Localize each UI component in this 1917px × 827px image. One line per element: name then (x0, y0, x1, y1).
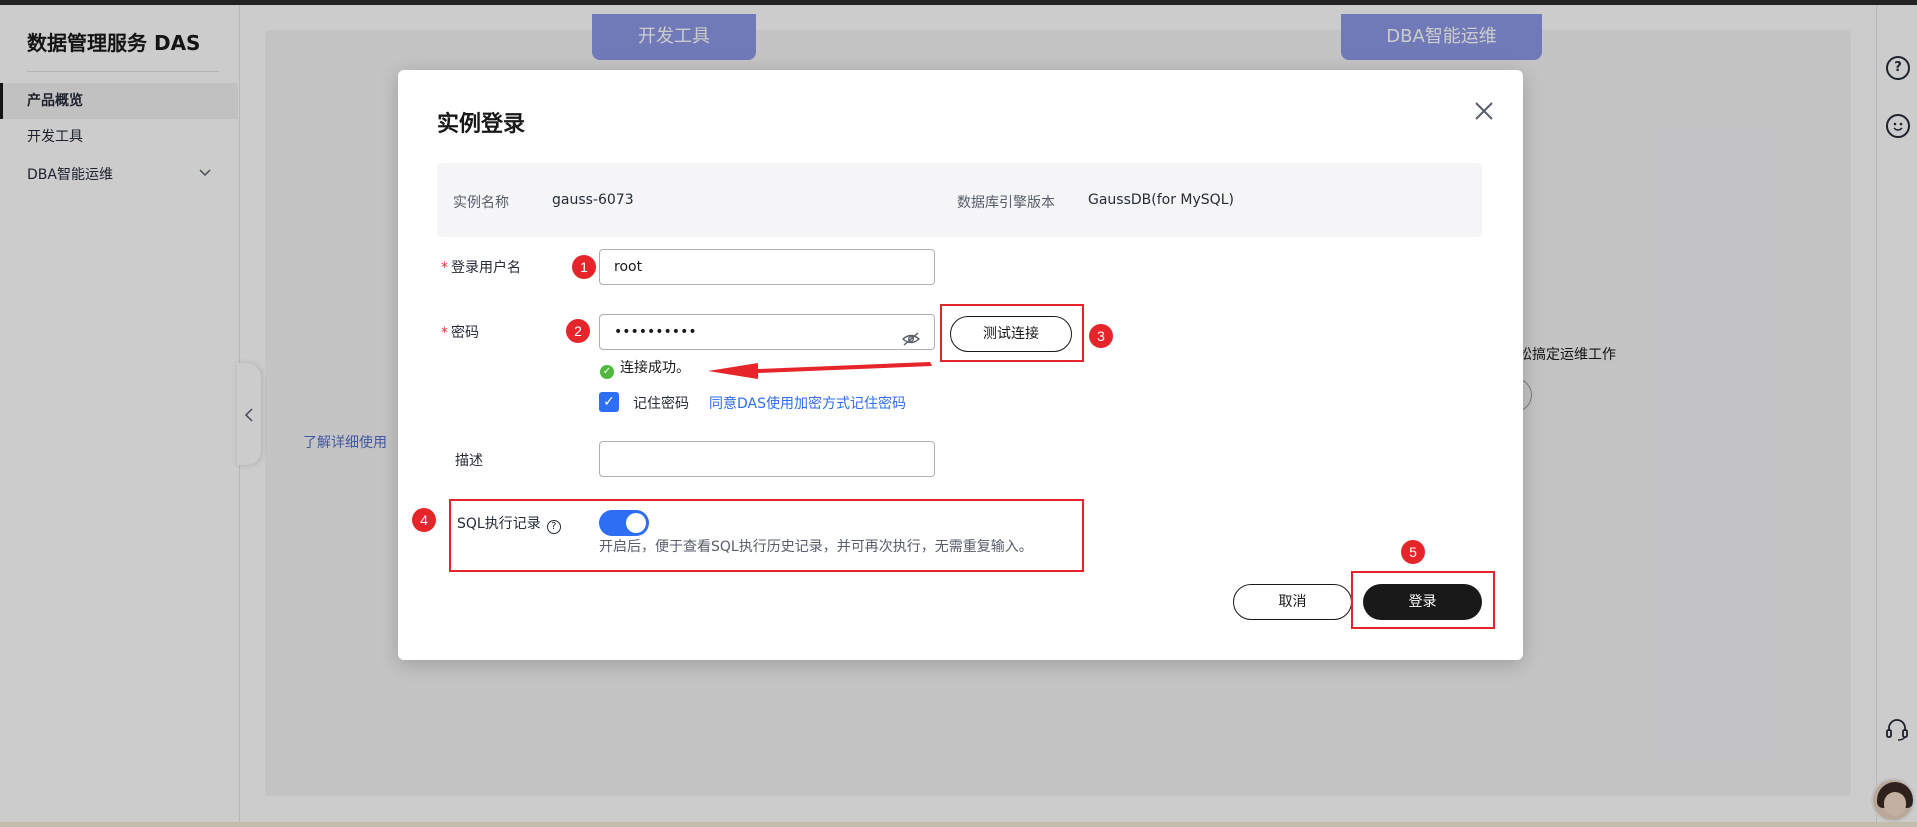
description-input[interactable] (599, 441, 935, 477)
description-label: 描述 (455, 453, 483, 469)
password-label: * 密码 (441, 325, 479, 341)
annotation-badge-4: 4 (412, 508, 436, 532)
eye-hidden-icon[interactable] (901, 325, 921, 346)
engine-version-label: 数据库引擎版本 (957, 195, 1055, 211)
annotation-badge-1: 1 (572, 255, 596, 279)
engine-version-value: GaussDB(for MySQL) (1088, 192, 1234, 208)
remember-password-label: 记住密码 (633, 396, 689, 412)
connection-success-message: ✓ 连接成功。 (600, 357, 690, 379)
password-input[interactable]: •••••••••• (599, 314, 935, 350)
arrow-icon (708, 362, 932, 379)
remember-password-checkbox[interactable]: ✓ (599, 392, 619, 412)
cancel-button[interactable]: 取消 (1233, 584, 1352, 620)
highlight-sql-record (449, 499, 1084, 572)
annotation-badge-3: 3 (1089, 324, 1113, 348)
username-input[interactable]: root (599, 249, 935, 285)
close-icon[interactable] (1470, 97, 1498, 125)
required-icon: * (441, 260, 448, 276)
check-circle-icon: ✓ (600, 365, 614, 379)
highlight-test-connection (940, 304, 1084, 362)
annotation-badge-2: 2 (566, 319, 590, 343)
username-label: * 登录用户名 (441, 260, 521, 276)
instance-name-label: 实例名称 (453, 195, 509, 211)
instance-info-panel: 实例名称 gauss-6073 数据库引擎版本 GaussDB(for MySQ… (437, 163, 1482, 237)
required-icon: * (441, 325, 448, 341)
instance-name-value: gauss-6073 (552, 192, 634, 208)
password-value: •••••••••• (614, 324, 697, 340)
dialog-title: 实例登录 (437, 112, 526, 137)
annotation-badge-5: 5 (1401, 540, 1425, 564)
highlight-login-button (1351, 571, 1495, 629)
agree-encryption-link[interactable]: 同意DAS使用加密方式记住密码 (709, 393, 906, 413)
